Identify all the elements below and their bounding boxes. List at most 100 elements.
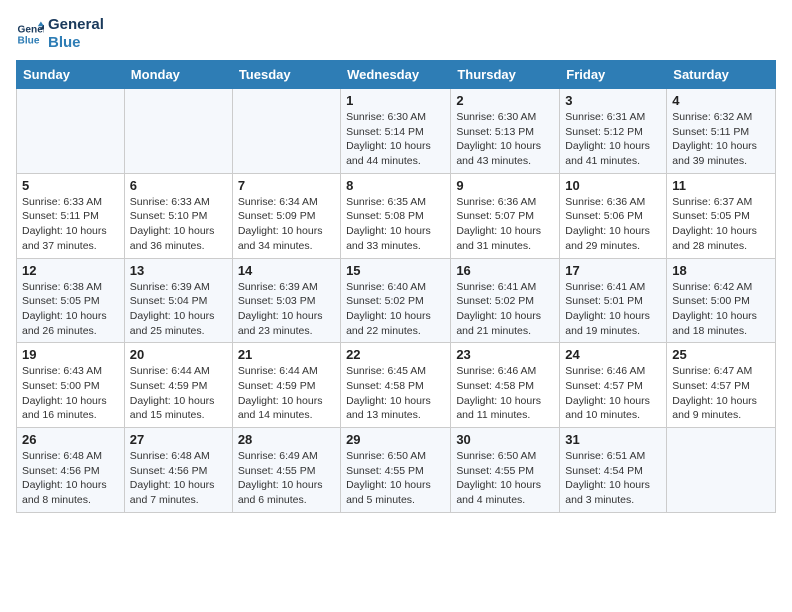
calendar-cell: 5Sunrise: 6:33 AM Sunset: 5:11 PM Daylig… <box>17 173 125 258</box>
day-info: Sunrise: 6:34 AM Sunset: 5:09 PM Dayligh… <box>238 195 335 254</box>
weekday-header: Sunday <box>17 61 125 89</box>
logo-text: GeneralBlue <box>48 16 104 52</box>
day-info: Sunrise: 6:42 AM Sunset: 5:00 PM Dayligh… <box>672 280 770 339</box>
calendar-cell: 23Sunrise: 6:46 AM Sunset: 4:58 PM Dayli… <box>451 343 560 428</box>
logo-icon: General Blue <box>16 20 44 48</box>
calendar-cell: 28 Sunrise: 6:49 AM Sunset: 4:55 PM Dayli… <box>232 428 340 513</box>
day-info: Sunrise: 6:46 AM Sunset: 4:58 PM Dayligh… <box>456 364 554 423</box>
weekday-header: Thursday <box>451 61 560 89</box>
day-info: Sunrise: 6:46 AM Sunset: 4:57 PM Dayligh… <box>565 364 661 423</box>
day-number: 8 <box>346 178 445 193</box>
day-number: 22 <box>346 347 445 362</box>
day-info: Sunrise: 6:40 AM Sunset: 5:02 PM Dayligh… <box>346 280 445 339</box>
calendar-week-row: 5Sunrise: 6:33 AM Sunset: 5:11 PM Daylig… <box>17 173 776 258</box>
weekday-header: Wednesday <box>341 61 451 89</box>
day-number: 15 <box>346 263 445 278</box>
day-info: Sunrise: 6:30 AM Sunset: 5:14 PM Dayligh… <box>346 110 445 169</box>
calendar-week-row: 1 Sunrise: 6:30 AM Sunset: 5:14 PM Daylig… <box>17 89 776 174</box>
calendar-cell: 30 Sunrise: 6:50 AM Sunset: 4:55 PM Dayli… <box>451 428 560 513</box>
day-number: 28 <box>238 432 335 447</box>
day-info: Sunrise: 6:31 AM Sunset: 5:12 PM Dayligh… <box>565 110 661 169</box>
day-number: 31 <box>565 432 661 447</box>
weekday-header: Saturday <box>667 61 776 89</box>
calendar-cell: 12Sunrise: 6:38 AM Sunset: 5:05 PM Dayli… <box>17 258 125 343</box>
day-info: Sunrise: 6:33 AM Sunset: 5:11 PM Dayligh… <box>22 195 119 254</box>
day-info: Sunrise: 6:41 AM Sunset: 5:02 PM Dayligh… <box>456 280 554 339</box>
day-info: Sunrise: 6:43 AM Sunset: 5:00 PM Dayligh… <box>22 364 119 423</box>
calendar-week-row: 26 Sunrise: 6:48 AM Sunset: 4:56 PM Dayli… <box>17 428 776 513</box>
day-info: Sunrise: 6:37 AM Sunset: 5:05 PM Dayligh… <box>672 195 770 254</box>
day-number: 30 <box>456 432 554 447</box>
calendar-cell: 25Sunrise: 6:47 AM Sunset: 4:57 PM Dayli… <box>667 343 776 428</box>
day-info: Sunrise: 6:44 AM Sunset: 4:59 PM Dayligh… <box>238 364 335 423</box>
calendar-cell: 17Sunrise: 6:41 AM Sunset: 5:01 PM Dayli… <box>560 258 667 343</box>
calendar-cell: 8 Sunrise: 6:35 AM Sunset: 5:08 PM Daylig… <box>341 173 451 258</box>
day-info: Sunrise: 6:50 AM Sunset: 4:55 PM Dayligh… <box>346 449 445 508</box>
calendar-cell: 9 Sunrise: 6:36 AM Sunset: 5:07 PM Daylig… <box>451 173 560 258</box>
day-info: Sunrise: 6:39 AM Sunset: 5:03 PM Dayligh… <box>238 280 335 339</box>
calendar-cell: 7 Sunrise: 6:34 AM Sunset: 5:09 PM Daylig… <box>232 173 340 258</box>
calendar-cell: 14 Sunrise: 6:39 AM Sunset: 5:03 PM Dayli… <box>232 258 340 343</box>
day-number: 4 <box>672 93 770 108</box>
day-info: Sunrise: 6:51 AM Sunset: 4:54 PM Dayligh… <box>565 449 661 508</box>
weekday-header: Friday <box>560 61 667 89</box>
day-info: Sunrise: 6:36 AM Sunset: 5:06 PM Dayligh… <box>565 195 661 254</box>
page-header: General Blue GeneralBlue <box>16 16 776 52</box>
calendar-cell <box>667 428 776 513</box>
calendar-cell <box>124 89 232 174</box>
day-number: 1 <box>346 93 445 108</box>
day-number: 6 <box>130 178 227 193</box>
calendar-cell <box>232 89 340 174</box>
day-info: Sunrise: 6:49 AM Sunset: 4:55 PM Dayligh… <box>238 449 335 508</box>
day-number: 10 <box>565 178 661 193</box>
day-number: 27 <box>130 432 227 447</box>
calendar-table: SundayMondayTuesdayWednesdayThursdayFrid… <box>16 60 776 513</box>
calendar-cell: 27 Sunrise: 6:48 AM Sunset: 4:56 PM Dayli… <box>124 428 232 513</box>
calendar-cell: 21 Sunrise: 6:44 AM Sunset: 4:59 PM Dayli… <box>232 343 340 428</box>
day-info: Sunrise: 6:48 AM Sunset: 4:56 PM Dayligh… <box>22 449 119 508</box>
calendar-cell: 4 Sunrise: 6:32 AM Sunset: 5:11 PM Daylig… <box>667 89 776 174</box>
day-number: 3 <box>565 93 661 108</box>
calendar-cell: 1 Sunrise: 6:30 AM Sunset: 5:14 PM Daylig… <box>341 89 451 174</box>
day-number: 12 <box>22 263 119 278</box>
weekday-header-row: SundayMondayTuesdayWednesdayThursdayFrid… <box>17 61 776 89</box>
day-info: Sunrise: 6:30 AM Sunset: 5:13 PM Dayligh… <box>456 110 554 169</box>
calendar-week-row: 19Sunrise: 6:43 AM Sunset: 5:00 PM Dayli… <box>17 343 776 428</box>
calendar-cell <box>17 89 125 174</box>
day-number: 9 <box>456 178 554 193</box>
svg-text:Blue: Blue <box>18 35 40 46</box>
day-number: 14 <box>238 263 335 278</box>
calendar-cell: 18 Sunrise: 6:42 AM Sunset: 5:00 PM Dayli… <box>667 258 776 343</box>
weekday-header: Monday <box>124 61 232 89</box>
calendar-cell: 6 Sunrise: 6:33 AM Sunset: 5:10 PM Daylig… <box>124 173 232 258</box>
calendar-cell: 10 Sunrise: 6:36 AM Sunset: 5:06 PM Dayli… <box>560 173 667 258</box>
day-info: Sunrise: 6:50 AM Sunset: 4:55 PM Dayligh… <box>456 449 554 508</box>
day-info: Sunrise: 6:44 AM Sunset: 4:59 PM Dayligh… <box>130 364 227 423</box>
day-number: 29 <box>346 432 445 447</box>
day-info: Sunrise: 6:33 AM Sunset: 5:10 PM Dayligh… <box>130 195 227 254</box>
calendar-cell: 3 Sunrise: 6:31 AM Sunset: 5:12 PM Daylig… <box>560 89 667 174</box>
logo: General Blue GeneralBlue <box>16 16 104 52</box>
day-number: 16 <box>456 263 554 278</box>
day-number: 26 <box>22 432 119 447</box>
day-number: 20 <box>130 347 227 362</box>
calendar-cell: 31 Sunrise: 6:51 AM Sunset: 4:54 PM Dayli… <box>560 428 667 513</box>
day-info: Sunrise: 6:39 AM Sunset: 5:04 PM Dayligh… <box>130 280 227 339</box>
day-info: Sunrise: 6:32 AM Sunset: 5:11 PM Dayligh… <box>672 110 770 169</box>
calendar-cell: 22Sunrise: 6:45 AM Sunset: 4:58 PM Dayli… <box>341 343 451 428</box>
day-number: 7 <box>238 178 335 193</box>
day-number: 25 <box>672 347 770 362</box>
day-number: 18 <box>672 263 770 278</box>
calendar-week-row: 12Sunrise: 6:38 AM Sunset: 5:05 PM Dayli… <box>17 258 776 343</box>
day-info: Sunrise: 6:35 AM Sunset: 5:08 PM Dayligh… <box>346 195 445 254</box>
calendar-cell: 26 Sunrise: 6:48 AM Sunset: 4:56 PM Dayli… <box>17 428 125 513</box>
calendar-cell: 20 Sunrise: 6:44 AM Sunset: 4:59 PM Dayli… <box>124 343 232 428</box>
day-info: Sunrise: 6:36 AM Sunset: 5:07 PM Dayligh… <box>456 195 554 254</box>
day-number: 2 <box>456 93 554 108</box>
day-number: 11 <box>672 178 770 193</box>
weekday-header: Tuesday <box>232 61 340 89</box>
day-number: 21 <box>238 347 335 362</box>
calendar-cell: 16 Sunrise: 6:41 AM Sunset: 5:02 PM Dayli… <box>451 258 560 343</box>
calendar-cell: 13Sunrise: 6:39 AM Sunset: 5:04 PM Dayli… <box>124 258 232 343</box>
day-info: Sunrise: 6:48 AM Sunset: 4:56 PM Dayligh… <box>130 449 227 508</box>
